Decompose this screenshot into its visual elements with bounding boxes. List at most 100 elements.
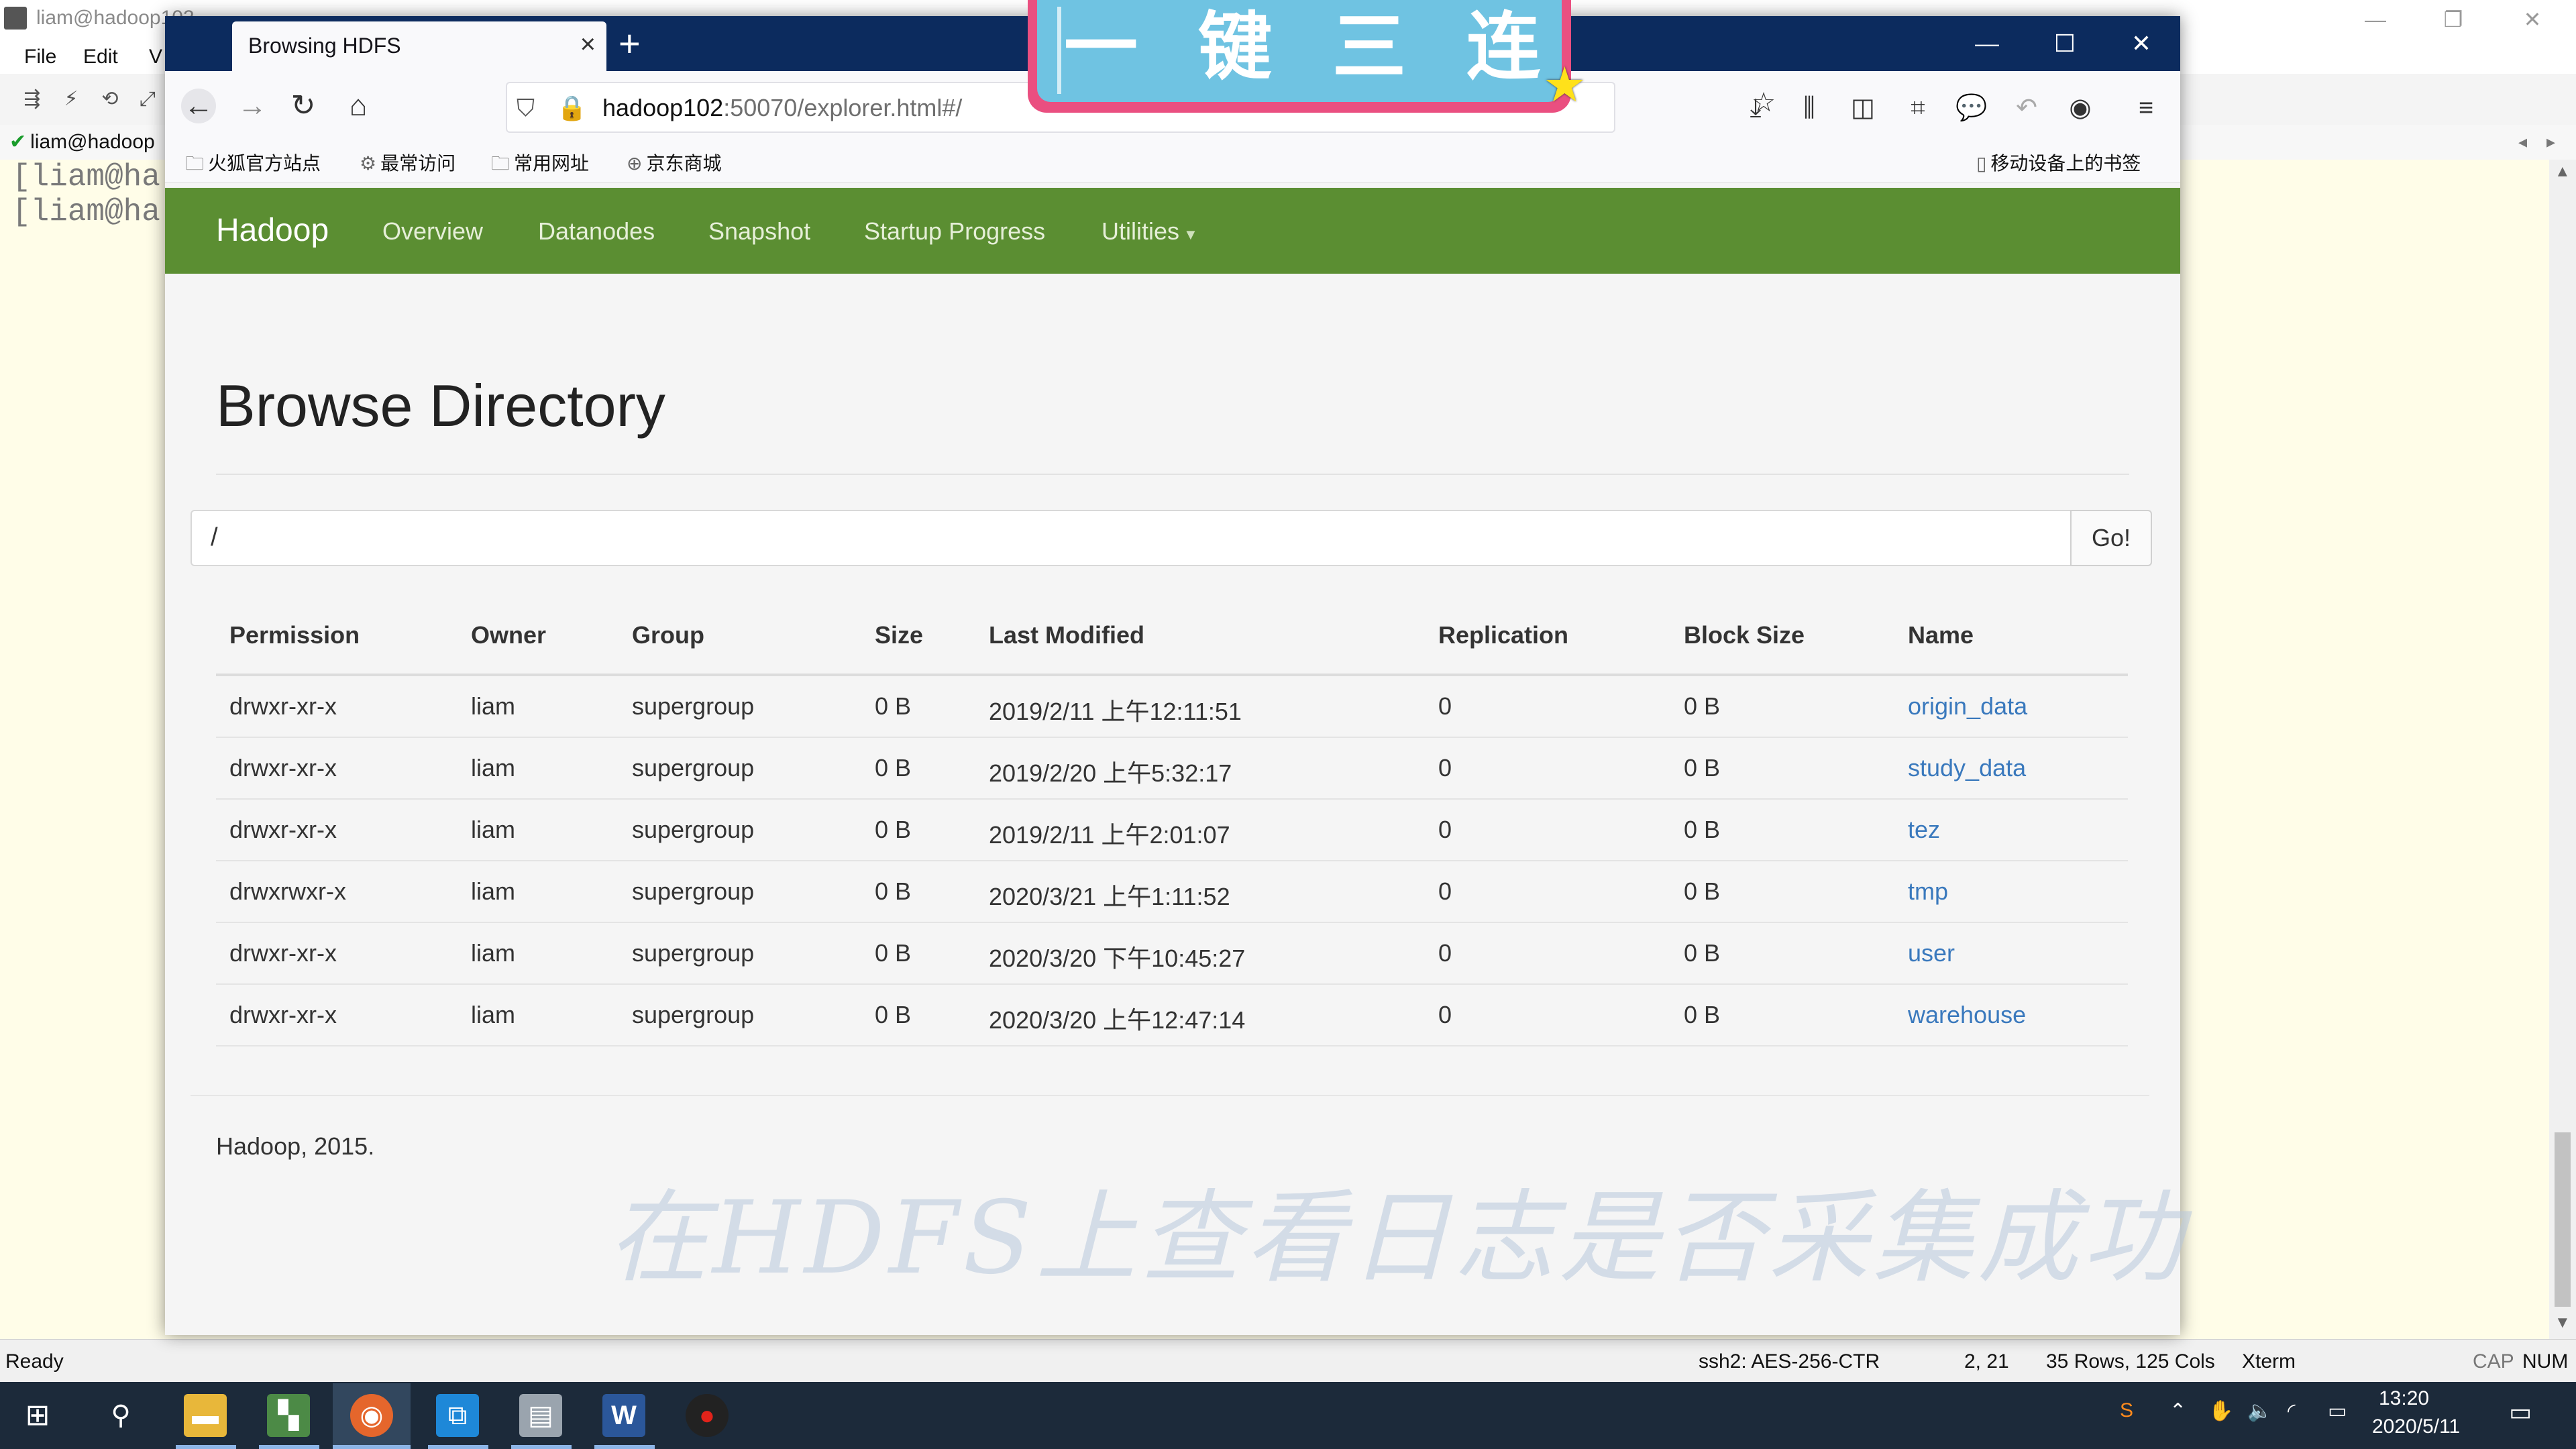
restore-icon[interactable]: ❐ xyxy=(2416,0,2490,40)
volume-icon[interactable]: 🔈 xyxy=(2247,1399,2272,1423)
menu-view[interactable]: V xyxy=(149,46,162,68)
cell-block-size: 0 B xyxy=(1684,692,1721,720)
file-explorer-icon[interactable]: ▬ xyxy=(184,1394,227,1437)
cell-size: 0 B xyxy=(875,939,912,967)
file-name-link[interactable]: user xyxy=(1908,939,1955,967)
cell-replication: 0 xyxy=(1438,692,1452,720)
cell-permission: drwxrwxr-x xyxy=(229,877,346,905)
mobile-bookmarks[interactable]: ▯ 移动设备上的书签 xyxy=(1976,149,2141,176)
clock-date[interactable]: 2020/5/11 xyxy=(2372,1415,2460,1438)
new-tab-icon[interactable]: + xyxy=(619,21,641,65)
nav-utilities[interactable]: Utilities ▼ xyxy=(1102,217,1198,246)
file-name-link[interactable]: tmp xyxy=(1908,877,1948,906)
divider xyxy=(191,1095,2149,1096)
cell-permission: drwxr-xr-x xyxy=(229,1001,337,1028)
account-icon[interactable]: ◉ xyxy=(2063,91,2097,125)
firefox-taskbar-icon[interactable]: ◉ xyxy=(350,1394,393,1437)
file-name-link[interactable]: origin_data xyxy=(1908,692,2027,720)
go-button[interactable]: Go! xyxy=(2070,510,2152,566)
menu-file[interactable]: File xyxy=(24,46,56,68)
download-icon[interactable]: ⤓ xyxy=(1739,91,1772,125)
battery-icon[interactable]: ▭ xyxy=(2328,1399,2347,1423)
cell-permission: drwxr-xr-x xyxy=(229,939,337,967)
col-block-size[interactable]: Block Size xyxy=(1684,621,1805,649)
bookmark-firefox-site[interactable]: 🗀 火狐官方站点 xyxy=(185,149,321,182)
tray-hand-icon[interactable]: ✋ xyxy=(2208,1399,2233,1423)
tab-close-icon[interactable]: × xyxy=(580,30,596,60)
file-name-link[interactable]: warehouse xyxy=(1908,1001,2026,1029)
word-icon[interactable]: W xyxy=(602,1394,645,1437)
status-num: NUM xyxy=(2522,1350,2569,1373)
minimize-icon[interactable]: — xyxy=(2339,0,2412,40)
library-icon[interactable]: ⫼ xyxy=(1792,91,1826,125)
menu-edit[interactable]: Edit xyxy=(83,46,118,68)
caret-down-icon: ▼ xyxy=(1183,226,1198,243)
scrollbar-thumb[interactable] xyxy=(2555,1132,2571,1307)
bookmark-common-sites[interactable]: 🗀 常用网址 xyxy=(491,149,589,182)
hadoop-brand[interactable]: Hadoop xyxy=(216,212,329,249)
col-name[interactable]: Name xyxy=(1908,621,1974,649)
file-name-link[interactable]: study_data xyxy=(1908,754,2026,782)
bookmark-jd[interactable]: ⊕ 京东商城 xyxy=(627,149,721,176)
remote-desktop-icon[interactable]: ⧉ xyxy=(436,1394,479,1437)
reload-icon[interactable]: ↻ xyxy=(286,89,321,123)
windows-start-icon[interactable]: ⊞ xyxy=(16,1394,59,1437)
table-header-row: Permission Owner Group Size Last Modifie… xyxy=(216,600,2128,676)
bookmark-most-visited[interactable]: ⚙ 最常访问 xyxy=(360,149,455,176)
home-icon[interactable]: ⌂ xyxy=(341,89,376,123)
col-permission[interactable]: Permission xyxy=(229,621,360,649)
terminal-scrollbar[interactable]: ▲ ▼ xyxy=(2549,160,2576,1339)
scroll-down-icon[interactable]: ▼ xyxy=(2555,1313,2571,1332)
folder-icon: 🗀 xyxy=(185,153,205,174)
nav-overview[interactable]: Overview xyxy=(382,217,483,246)
col-replication[interactable]: Replication xyxy=(1438,621,1568,649)
file-name-link[interactable]: tez xyxy=(1908,816,1940,844)
tab-browsing-hdfs[interactable]: Browsing HDFS × xyxy=(232,21,606,71)
reconnect-icon[interactable]: ⟲ xyxy=(97,86,123,113)
tab-scroll-right-icon[interactable]: ▸ xyxy=(2546,131,2555,152)
link-icon[interactable]: ⤢ xyxy=(134,86,161,113)
clock-time[interactable]: 13:20 xyxy=(2379,1387,2429,1410)
tray-expand-icon[interactable]: ⌃ xyxy=(2169,1399,2186,1423)
close-icon[interactable]: ✕ xyxy=(2496,0,2569,40)
chat-icon[interactable]: 💬 xyxy=(1955,91,1988,125)
status-cap: CAP xyxy=(2473,1350,2514,1373)
undo-icon[interactable]: ↶ xyxy=(2010,91,2043,125)
forward-icon[interactable]: → xyxy=(235,89,270,123)
col-size[interactable]: Size xyxy=(875,621,923,649)
col-owner[interactable]: Owner xyxy=(471,621,546,649)
cell-permission: drwxr-xr-x xyxy=(229,754,337,782)
nav-snapshot[interactable]: Snapshot xyxy=(708,217,810,246)
cell-last-modified: 2019/2/11 上午2:01:07 xyxy=(989,821,1230,849)
scroll-up-icon[interactable]: ▲ xyxy=(2555,162,2571,181)
session-tab[interactable]: ✔ liam@hadoop xyxy=(9,130,155,154)
nav-datanodes[interactable]: Datanodes xyxy=(538,217,655,246)
nav-startup-progress[interactable]: Startup Progress xyxy=(864,217,1045,246)
tray-app-icon[interactable]: S xyxy=(2120,1399,2133,1422)
col-group[interactable]: Group xyxy=(632,621,704,649)
notification-icon[interactable]: ▭ xyxy=(2509,1398,2532,1426)
back-icon[interactable]: ← xyxy=(181,89,216,123)
close-icon[interactable]: ✕ xyxy=(2104,16,2179,71)
running-indicator xyxy=(176,1445,236,1449)
col-last-modified[interactable]: Last Modified xyxy=(989,621,1144,649)
maximize-icon[interactable]: ☐ xyxy=(2027,16,2102,71)
cell-block-size: 0 B xyxy=(1684,1001,1721,1028)
network-icon[interactable]: ◜ xyxy=(2288,1399,2296,1423)
directory-path-input[interactable]: / xyxy=(191,510,2093,566)
screenshot-icon[interactable]: ⌗ xyxy=(1901,91,1935,125)
cell-group: supergroup xyxy=(632,1001,755,1028)
xshell-taskbar-icon[interactable]: ▚ xyxy=(267,1394,310,1437)
new-session-icon[interactable]: ⇶ xyxy=(19,86,46,113)
shield-icon[interactable]: ⛉ xyxy=(517,94,535,123)
sidebar-icon[interactable]: ◫ xyxy=(1846,91,1880,125)
minimize-icon[interactable]: — xyxy=(1949,16,2025,71)
tab-scroll-left-icon[interactable]: ◂ xyxy=(2518,131,2527,152)
connect-icon[interactable]: ⚡ xyxy=(58,86,85,113)
record-icon[interactable]: ● xyxy=(686,1394,729,1437)
search-icon[interactable]: ⚲ xyxy=(99,1394,142,1437)
page-footer: Hadoop, 2015. xyxy=(216,1132,375,1160)
app-window-icon[interactable]: ▤ xyxy=(519,1394,562,1437)
menu-icon[interactable]: ≡ xyxy=(2129,91,2163,125)
insecure-lock-icon[interactable]: 🔒 xyxy=(557,94,587,122)
